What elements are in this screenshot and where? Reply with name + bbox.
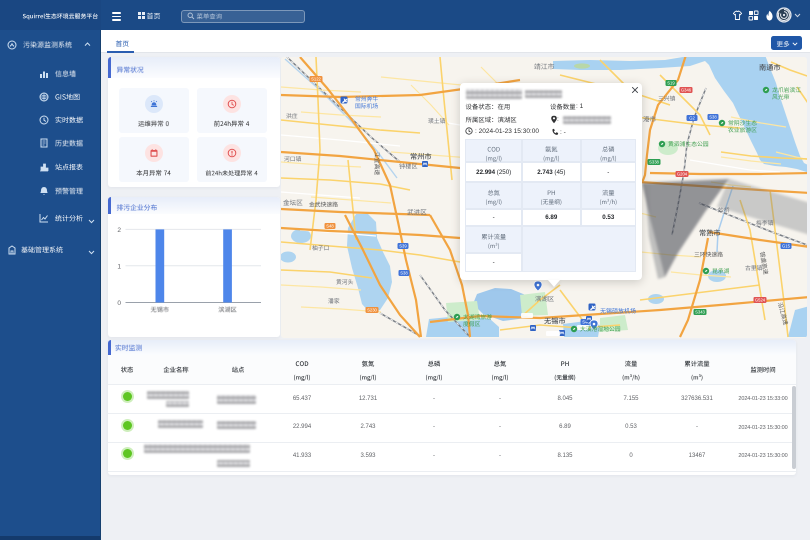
svg-text:0: 0 bbox=[117, 300, 121, 307]
svg-text:1: 1 bbox=[117, 263, 121, 270]
svg-text:2: 2 bbox=[117, 227, 121, 234]
